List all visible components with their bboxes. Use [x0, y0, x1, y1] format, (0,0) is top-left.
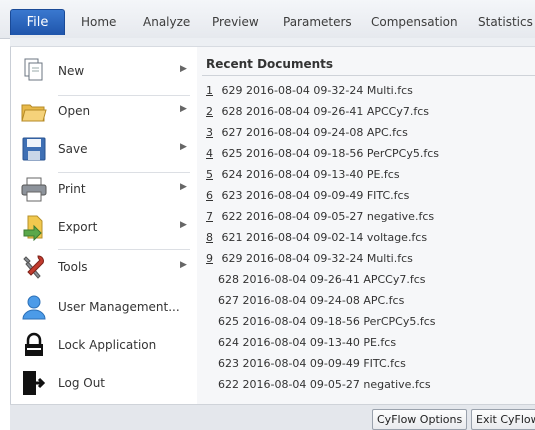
menu-item-new[interactable]: New ▶	[11, 53, 197, 89]
doc-name: 627 2016-08-04 09-24-08 APC.fcs	[218, 294, 405, 307]
submenu-arrow-icon: ▶	[180, 104, 187, 114]
doc-name: 624 2016-08-04 09-13-40 PE.fcs	[218, 336, 397, 349]
menu-item-label: Open	[58, 104, 91, 118]
doc-name: 629 2016-08-04 09-32-24 Multi.fcs	[218, 84, 413, 97]
backstage-footer: CyFlow Options Exit CyFlow	[10, 404, 535, 430]
tab-preview[interactable]: Preview	[212, 15, 259, 29]
cyflow-options-button[interactable]: CyFlow Options	[372, 409, 468, 430]
menu-item-save[interactable]: Save ▶	[11, 131, 197, 167]
recent-doc-item[interactable]: 5 624 2016-08-04 09-13-40 PE.fcs	[206, 168, 400, 181]
menu-item-label: New	[58, 64, 85, 78]
doc-number: 6	[206, 189, 213, 202]
doc-name: 629 2016-08-04 09-32-24 Multi.fcs	[218, 252, 413, 265]
export-icon	[23, 215, 43, 241]
menu-item-user-management[interactable]: User Management...	[11, 289, 197, 325]
doc-number: 8	[206, 231, 213, 244]
doc-name: 621 2016-08-04 09-02-14 voltage.fcs	[218, 231, 428, 244]
recent-doc-item[interactable]: 7 622 2016-08-04 09-05-27 negative.fcs	[206, 210, 434, 223]
exit-cyflow-button[interactable]: Exit CyFlow	[471, 409, 535, 430]
menu-item-open[interactable]: Open ▶	[11, 93, 197, 129]
recent-doc-item[interactable]: 628 2016-08-04 09-26-41 APCCy7.fcs	[206, 273, 426, 286]
menu-item-label: Save	[58, 142, 88, 156]
menu-item-tools[interactable]: Tools ▶	[11, 249, 197, 285]
menu-item-label: User Management...	[58, 300, 180, 314]
menu-item-export[interactable]: Export ▶	[11, 209, 197, 245]
menu-item-print[interactable]: Print ▶	[11, 171, 197, 207]
recent-documents-title: Recent Documents	[206, 57, 334, 71]
submenu-arrow-icon: ▶	[180, 64, 187, 74]
logout-icon	[23, 371, 46, 395]
doc-number: 4	[206, 147, 213, 160]
tab-parameters[interactable]: Parameters	[283, 15, 352, 29]
title-underline	[202, 75, 535, 76]
submenu-arrow-icon: ▶	[180, 182, 187, 192]
recent-doc-item[interactable]: 4 625 2016-08-04 09-18-56 PerCPCy5.fcs	[206, 147, 439, 160]
doc-number: 1	[206, 84, 213, 97]
doc-number: 2	[206, 105, 213, 118]
doc-name: 628 2016-08-04 09-26-41 APCCy7.fcs	[218, 273, 426, 286]
recent-doc-item[interactable]: 2 628 2016-08-04 09-26-41 APCCy7.fcs	[206, 105, 429, 118]
doc-name: 627 2016-08-04 09-24-08 APC.fcs	[218, 126, 408, 139]
doc-name: 622 2016-08-04 09-05-27 negative.fcs	[218, 210, 435, 223]
recent-doc-item[interactable]: 623 2016-08-04 09-09-49 FITC.fcs	[206, 357, 406, 370]
doc-name: 625 2016-08-04 09-18-56 PerCPCy5.fcs	[218, 147, 440, 160]
submenu-arrow-icon: ▶	[180, 260, 187, 270]
new-document-icon	[24, 58, 43, 81]
doc-name: 624 2016-08-04 09-13-40 PE.fcs	[218, 168, 400, 181]
menu-item-label: Print	[58, 182, 86, 196]
ribbon-tab-bar: File Home Analyze Preview Parameters Com…	[0, 0, 535, 39]
recent-doc-item[interactable]: 8 621 2016-08-04 09-02-14 voltage.fcs	[206, 231, 427, 244]
doc-name: 625 2016-08-04 09-18-56 PerCPCy5.fcs	[218, 315, 436, 328]
lock-icon	[25, 332, 43, 356]
tab-home[interactable]: Home	[81, 15, 116, 29]
doc-name: 628 2016-08-04 09-26-41 APCCy7.fcs	[218, 105, 430, 118]
recent-doc-item[interactable]: 1 629 2016-08-04 09-32-24 Multi.fcs	[206, 84, 413, 97]
recent-doc-item[interactable]: 624 2016-08-04 09-13-40 PE.fcs	[206, 336, 396, 349]
menu-item-label: Lock Application	[58, 338, 157, 352]
menu-item-lock-application[interactable]: Lock Application	[11, 327, 197, 363]
user-icon	[22, 295, 46, 320]
doc-number: 7	[206, 210, 213, 223]
doc-number: 9	[206, 252, 213, 265]
tools-icon	[23, 255, 44, 279]
backstage-top-strip	[10, 38, 535, 47]
printer-icon	[21, 177, 47, 202]
doc-name: 622 2016-08-04 09-05-27 negative.fcs	[218, 378, 431, 391]
menu-item-label: Export	[58, 220, 98, 234]
doc-number: 3	[206, 126, 213, 139]
submenu-arrow-icon: ▶	[180, 142, 187, 152]
tab-compensation[interactable]: Compensation	[371, 15, 458, 29]
doc-name: 623 2016-08-04 09-09-49 FITC.fcs	[218, 189, 410, 202]
menu-item-label: Tools	[58, 260, 88, 274]
submenu-arrow-icon: ▶	[180, 220, 187, 230]
menu-item-log-out[interactable]: Log Out	[11, 365, 197, 401]
tab-analyze[interactable]: Analyze	[143, 15, 190, 29]
recent-doc-item[interactable]: 622 2016-08-04 09-05-27 negative.fcs	[206, 378, 431, 391]
doc-number: 5	[206, 168, 213, 181]
file-tab[interactable]: File	[10, 9, 65, 35]
recent-doc-item[interactable]: 627 2016-08-04 09-24-08 APC.fcs	[206, 294, 404, 307]
doc-name: 623 2016-08-04 09-09-49 FITC.fcs	[218, 357, 406, 370]
backstage-menu: New ▶ Open ▶ Save ▶ Print ▶ Export ▶ Too…	[11, 47, 198, 404]
recent-doc-item[interactable]: 3 627 2016-08-04 09-24-08 APC.fcs	[206, 126, 408, 139]
folder-open-icon	[21, 104, 47, 122]
recent-doc-item[interactable]: 9 629 2016-08-04 09-32-24 Multi.fcs	[206, 252, 413, 265]
tab-statistics[interactable]: Statistics	[478, 15, 533, 29]
recent-documents-panel: Recent Documents 1 629 2016-08-04 09-32-…	[197, 47, 535, 404]
floppy-disk-icon	[22, 137, 46, 161]
menu-item-label: Log Out	[58, 376, 106, 390]
recent-doc-item[interactable]: 6 623 2016-08-04 09-09-49 FITC.fcs	[206, 189, 409, 202]
recent-doc-item[interactable]: 625 2016-08-04 09-18-56 PerCPCy5.fcs	[206, 315, 436, 328]
